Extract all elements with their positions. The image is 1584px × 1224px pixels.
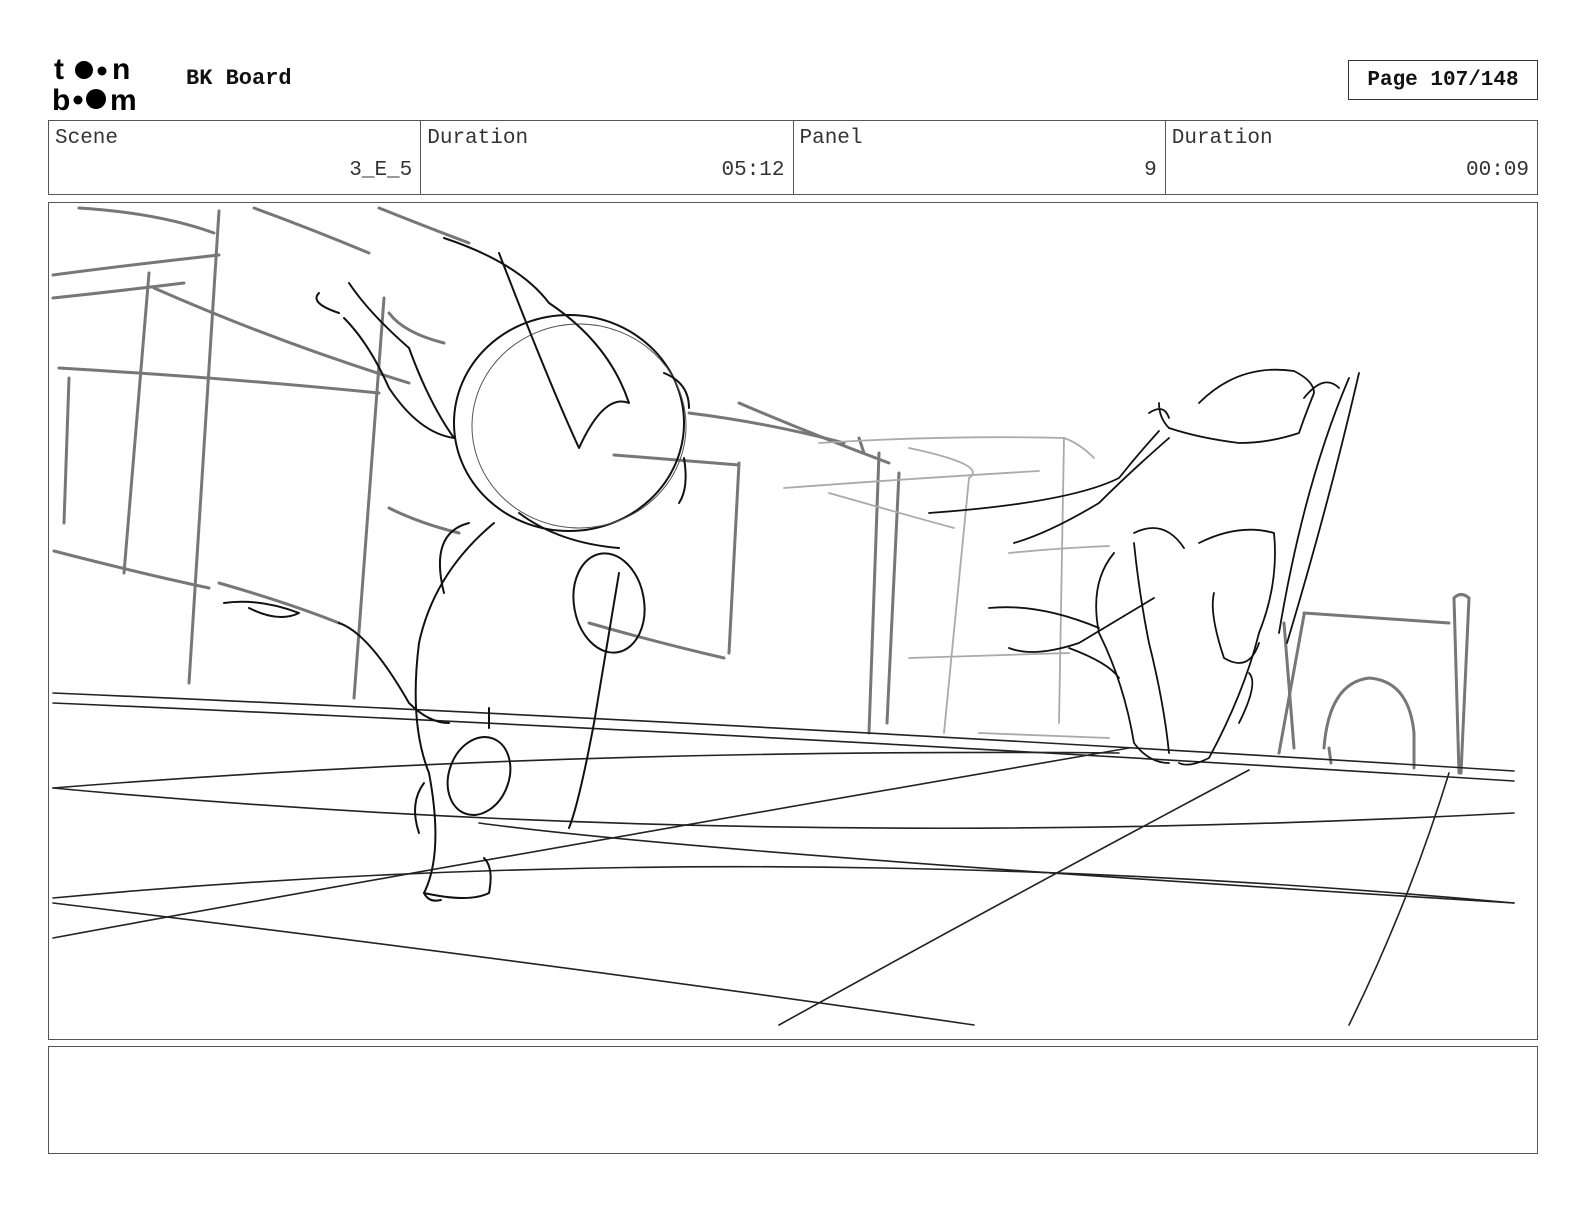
panel-duration-cell: Duration 00:09 [1166,121,1537,194]
foreground-character [223,237,690,902]
svg-text:b: b [52,84,70,112]
scene-duration-value: 05:12 [721,159,785,182]
scene-cell: Scene 3_E_5 [49,121,422,194]
panel-duration-value: 00:09 [1465,159,1529,182]
storyboard-panel [48,202,1538,1040]
svg-text:n: n [112,53,130,86]
panel-notes [48,1046,1538,1154]
scene-duration-cell: Duration 05:12 [421,121,794,194]
page-indicator: Page 107/148 [1348,60,1538,100]
panel-info-row: Scene 3_E_5 Duration 05:12 Panel 9 Durat… [48,120,1538,195]
toon-boom-logo: t n b m [52,53,137,112]
svg-text:m: m [110,84,137,112]
scene-duration-label: Duration [427,127,529,150]
panel-value: 9 [1144,159,1157,182]
document-title: BK Board [186,66,292,91]
svg-text:t: t [54,53,64,86]
background-character [928,368,1360,766]
panel-duration-label: Duration [1171,127,1273,150]
panel-label: Panel [799,127,863,150]
panel-sketch [51,206,1515,1026]
scene-label: Scene [55,127,119,150]
scene-value: 3_E_5 [349,159,413,182]
far-buildings [783,436,1110,739]
panel-cell: Panel 9 [794,121,1166,194]
background-buildings [51,206,1471,775]
